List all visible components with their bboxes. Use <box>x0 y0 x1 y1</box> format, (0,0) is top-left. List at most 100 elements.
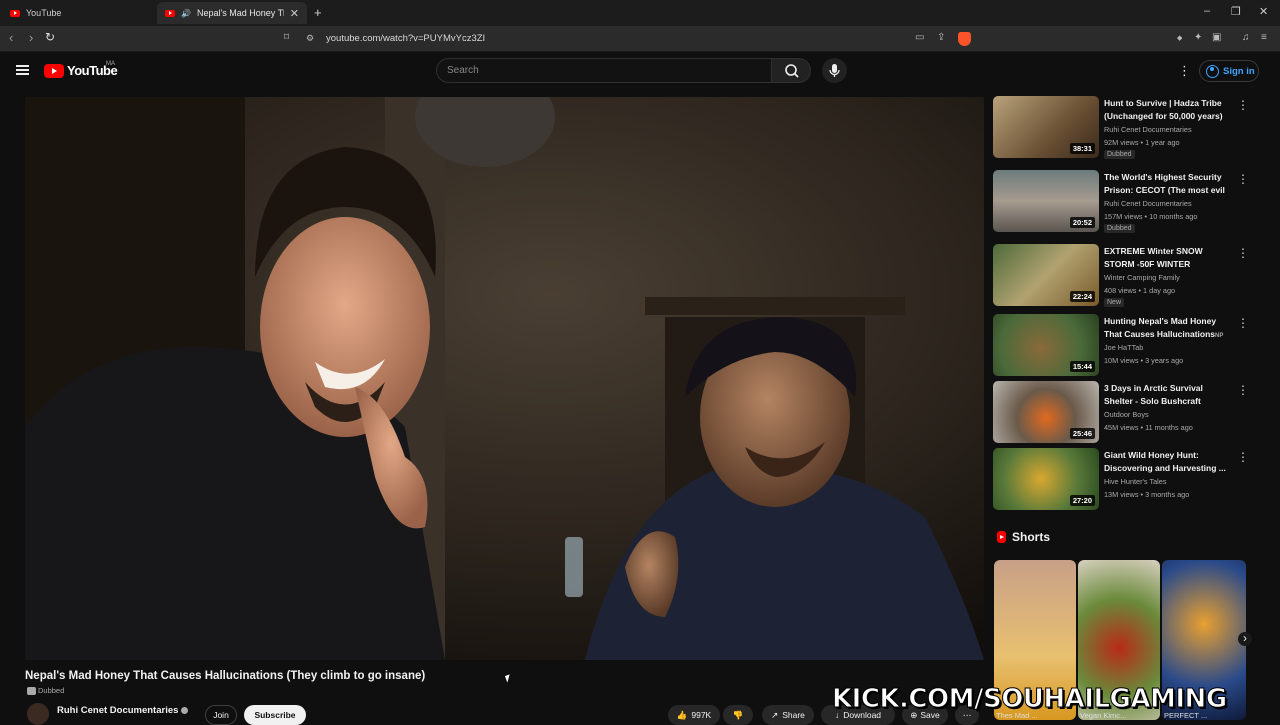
like-count: 997K <box>691 710 712 720</box>
sidebar-video[interactable]: 25:46 3 Days in Arctic Survival Shelter … <box>993 381 1258 445</box>
stream-overlay-text: KICK.COM/SOUHAILGAMING <box>832 684 1228 715</box>
join-button[interactable]: Join <box>205 705 237 725</box>
sidebar-video-channel[interactable]: Joe HaTTab <box>1104 343 1143 352</box>
duration: 38:31 <box>1069 143 1095 154</box>
sidebar-video-channel[interactable]: Ruhi Cenet Documentaries <box>1104 125 1192 134</box>
video-thumbnail[interactable]: 27:20 <box>993 448 1099 510</box>
sidebar-video-title[interactable]: EXTREME Winter SNOW STORM -50F WINTER CA… <box>1104 245 1232 271</box>
video-thumbnail[interactable]: 38:31 <box>993 96 1099 158</box>
more-options-icon[interactable]: ⋮ <box>1237 383 1249 397</box>
duration: 27:20 <box>1069 495 1095 506</box>
hamburger-menu-icon[interactable] <box>16 65 29 75</box>
sidebar-video[interactable]: 22:24 EXTREME Winter SNOW STORM -50F WIN… <box>993 244 1258 308</box>
duration: 22:24 <box>1069 291 1095 302</box>
settings-more-icon[interactable]: ⋮ <box>1178 64 1191 77</box>
share-button[interactable]: ↗ Share <box>762 705 814 725</box>
search-placeholder: Search <box>447 65 479 76</box>
youtube-favicon-icon <box>165 9 175 17</box>
thumbs-down-icon: 👎 <box>732 709 744 720</box>
url-text[interactable]: youtube.com/watch?v=PUYMvYcz3ZI <box>326 33 485 44</box>
sidebar-video-badge: Dubbed <box>1104 150 1135 159</box>
speaker-icon: 🔊 <box>181 8 191 18</box>
account-icon <box>1206 64 1219 78</box>
forward-icon[interactable]: › <box>29 30 33 45</box>
shorts-heading: Shorts <box>997 530 1050 544</box>
minimize-button[interactable]: – <box>1204 5 1210 17</box>
sidebar-video-title[interactable]: Hunt to Survive | Hadza Tribe (Unchanged… <box>1104 97 1232 122</box>
sidebar-video-meta: 157M views • 10 months ago <box>1104 212 1198 221</box>
cast-icon[interactable]: ▭ <box>915 32 924 43</box>
more-options-icon[interactable]: ⋮ <box>1237 172 1249 186</box>
dubbed-badge: Dubbed <box>27 686 64 695</box>
video-thumbnail[interactable]: 25:46 <box>993 381 1099 443</box>
sidebar-video-channel[interactable]: Hive Hunter's Tales <box>1104 477 1167 486</box>
share-label: Share <box>782 710 805 720</box>
close-window-button[interactable]: ✕ <box>1259 5 1268 18</box>
media-icon[interactable]: ♫ <box>1242 32 1250 43</box>
video-player[interactable] <box>25 97 984 660</box>
site-info-icon[interactable]: ⚙ <box>306 33 314 44</box>
video-thumbnail[interactable]: 15:44 <box>993 314 1099 376</box>
sidebar-video[interactable]: 38:31 Hunt to Survive | Hadza Tribe (Unc… <box>993 96 1258 160</box>
more-options-icon[interactable]: ⋮ <box>1237 450 1249 464</box>
more-options-icon[interactable]: ⋮ <box>1237 98 1249 112</box>
sidebar-video-badge: New <box>1104 298 1125 307</box>
duration: 20:52 <box>1069 217 1095 228</box>
channel-avatar[interactable] <box>27 703 49 725</box>
search-icon <box>785 64 799 78</box>
maximize-button[interactable]: ❐ <box>1231 5 1241 18</box>
duration: 25:46 <box>1069 428 1095 439</box>
sidebar-video-channel[interactable]: Winter Camping Family <box>1104 273 1180 282</box>
country-code: MA <box>106 61 115 67</box>
share-page-icon[interactable]: ⇪ <box>937 32 945 43</box>
tab-current-video[interactable]: 🔊 Nepal's Mad Honey That Ca ✕ <box>157 2 307 24</box>
sidebar-video-meta: 13M views • 3 months ago <box>1104 490 1190 499</box>
close-tab-icon[interactable]: ✕ <box>290 7 299 20</box>
thumbs-up-icon: 👍 <box>676 709 688 720</box>
sidebar-video-channel[interactable]: Outdoor Boys <box>1104 410 1149 419</box>
extensions-icon[interactable]: ✦ <box>1194 32 1202 43</box>
mouse-cursor-icon <box>504 674 513 683</box>
search-button[interactable] <box>771 58 811 83</box>
bookmark-icon[interactable]: ⌑ <box>284 32 289 43</box>
video-thumbnail[interactable]: 20:52 <box>993 170 1099 232</box>
dislike-button[interactable]: 👎 <box>723 705 753 725</box>
sidebar-video[interactable]: 20:52 The World's Highest Security Priso… <box>993 170 1258 234</box>
sidebar-video-title[interactable]: Hunting Nepal's Mad Honey That Causes Ha… <box>1104 315 1232 341</box>
sidebar-video-meta: 92M views • 1 year ago <box>1104 138 1180 147</box>
wallet-icon[interactable]: ◆ <box>1177 34 1182 42</box>
more-options-icon[interactable]: ⋮ <box>1237 316 1249 330</box>
new-tab-button[interactable]: + <box>314 5 322 20</box>
tab-youtube[interactable]: YouTube <box>2 2 152 24</box>
more-options-icon[interactable]: ⋮ <box>1237 246 1249 260</box>
url-bar[interactable]: ⚙ youtube.com/watch?v=PUYMvYcz3ZI <box>300 29 980 49</box>
sidebar-video-meta: 10M views • 3 years ago <box>1104 356 1184 365</box>
brave-shield-icon[interactable] <box>958 32 971 46</box>
duration: 15:44 <box>1069 361 1095 372</box>
reload-icon[interactable]: ↻ <box>45 30 55 44</box>
menu-icon[interactable]: ≡ <box>1261 32 1267 43</box>
sidebar-video-channel[interactable]: Ruhi Cenet Documentaries <box>1104 199 1192 208</box>
shorts-next-icon[interactable]: › <box>1238 632 1252 646</box>
sidebar-video-title[interactable]: 3 Days in Arctic Survival Shelter - Solo… <box>1104 382 1232 408</box>
sidebar-video[interactable]: 15:44 Hunting Nepal's Mad Honey That Cau… <box>993 314 1258 378</box>
back-icon[interactable]: ‹ <box>9 30 13 45</box>
youtube-play-icon <box>44 63 64 78</box>
address-toolbar: ‹ › ↻ ⌑ ⚙ youtube.com/watch?v=PUYMvYcz3Z… <box>0 26 1280 52</box>
subscribe-button[interactable]: Subscribe <box>244 705 306 725</box>
shorts-icon <box>997 531 1006 543</box>
sign-in-label: Sign in <box>1223 65 1255 77</box>
channel-name[interactable]: Ruhi Cenet Documentaries <box>57 705 189 716</box>
sidebar-video-title[interactable]: Giant Wild Honey Hunt: Discovering and H… <box>1104 449 1232 474</box>
search-input[interactable]: Search <box>436 58 772 83</box>
sidebar-icon[interactable]: ▣ <box>1212 32 1221 43</box>
tab-label: YouTube <box>26 8 62 18</box>
sidebar-video[interactable]: 27:20 Giant Wild Honey Hunt: Discovering… <box>993 448 1258 512</box>
voice-search-button[interactable] <box>822 58 847 83</box>
video-thumbnail[interactable]: 22:24 <box>993 244 1099 306</box>
dubbed-label: Dubbed <box>38 686 65 695</box>
like-button[interactable]: 👍 997K <box>668 705 720 725</box>
sidebar-video-meta: 45M views • 11 months ago <box>1104 423 1193 432</box>
sign-in-button[interactable]: Sign in <box>1199 60 1259 82</box>
sidebar-video-title[interactable]: The World's Highest Security Prison: CEC… <box>1104 171 1232 197</box>
